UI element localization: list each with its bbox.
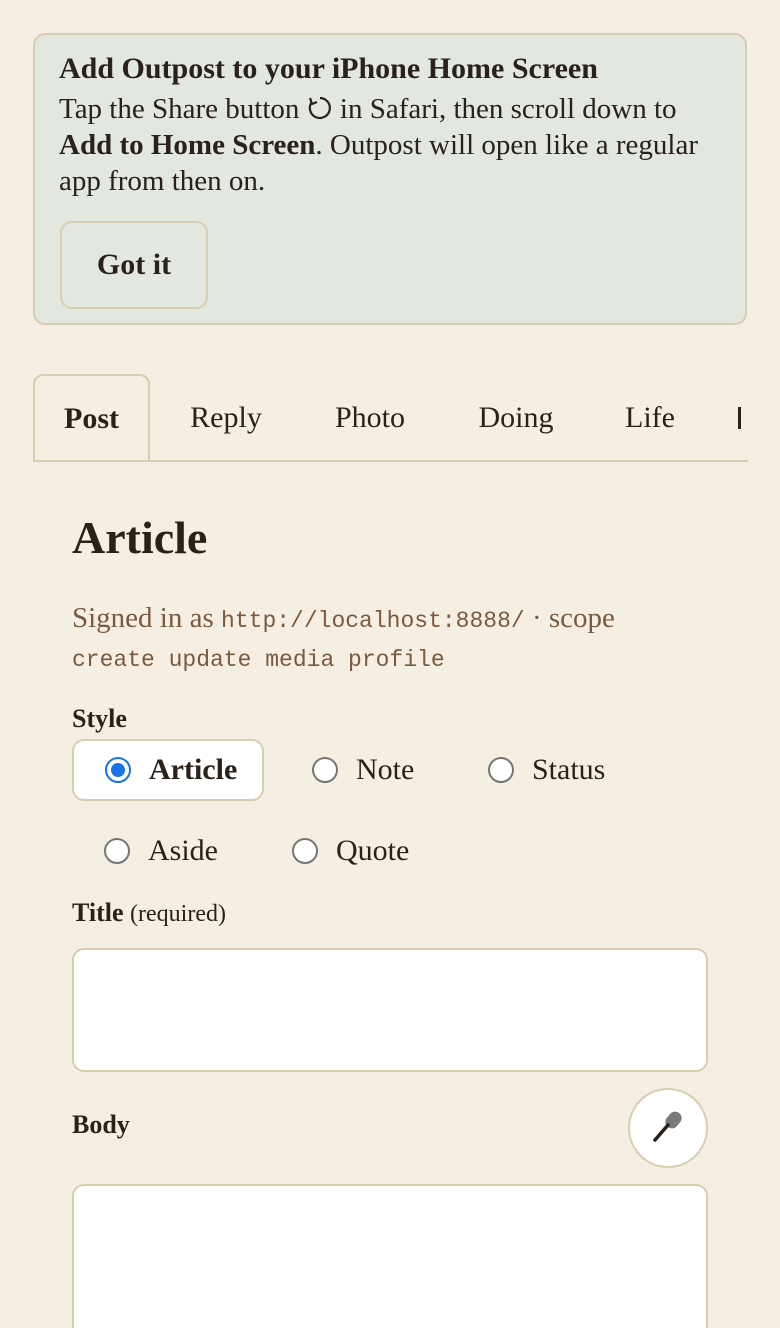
page: Add Outpost to your iPhone Home Screen T… <box>0 0 780 1328</box>
install-banner: Add Outpost to your iPhone Home Screen T… <box>33 33 747 325</box>
style-option-label: Article <box>149 753 238 786</box>
style-option-quote[interactable]: Quote <box>292 820 409 882</box>
share-icon <box>307 94 333 120</box>
style-option-label: Aside <box>148 834 218 867</box>
style-option-status[interactable]: Status <box>488 739 605 801</box>
title-required-note: (required) <box>130 901 226 927</box>
banner-text-middle: in Safari, then scroll down to <box>332 93 677 125</box>
signed-url: http://localhost:8888/ <box>221 608 525 634</box>
tab-life[interactable]: Life <box>609 374 691 460</box>
radio-unchecked-icon <box>292 838 318 864</box>
tab-reply[interactable]: Reply <box>173 374 279 460</box>
style-option-label: Note <box>356 753 415 786</box>
radio-unchecked-icon <box>488 757 514 783</box>
title-input[interactable] <box>72 948 708 1072</box>
banner-text: Tap the Share button in Safari, then scr… <box>59 91 721 199</box>
body-textarea[interactable] <box>72 1184 708 1328</box>
style-option-label: Status <box>532 753 606 786</box>
banner-text-bold: Add to Home Screen <box>59 129 316 161</box>
radio-unchecked-icon <box>312 757 338 783</box>
banner-text-before: Tap the Share button <box>59 93 307 125</box>
got-it-button[interactable]: Got it <box>60 221 208 309</box>
tab-photo[interactable]: Photo <box>315 374 425 460</box>
signed-scopes: create update media profile <box>72 647 445 673</box>
style-label: Style <box>72 704 127 733</box>
style-option-note[interactable]: Note <box>312 739 414 801</box>
style-option-label: Quote <box>336 834 410 867</box>
tab-overflow-edge <box>738 407 741 429</box>
signed-in-info: Signed in as http://localhost:8888/ · sc… <box>72 600 712 678</box>
radio-checked-icon <box>105 757 131 783</box>
tab-post[interactable]: Post <box>33 374 150 460</box>
page-title: Article <box>72 512 208 563</box>
title-label: Title (required) <box>72 898 226 928</box>
microphone-icon <box>650 1108 686 1148</box>
body-label: Body <box>72 1110 130 1139</box>
title-label-text: Title <box>72 898 124 927</box>
dictate-button[interactable] <box>628 1088 708 1168</box>
style-option-article[interactable]: Article <box>72 739 264 801</box>
signed-scope-label: · scope <box>524 602 615 634</box>
banner-title: Add Outpost to your iPhone Home Screen <box>59 52 598 85</box>
radio-unchecked-icon <box>104 838 130 864</box>
tab-doing[interactable]: Doing <box>461 374 571 460</box>
signed-prefix: Signed in as <box>72 602 222 634</box>
style-option-aside[interactable]: Aside <box>104 820 218 882</box>
tab-overflow[interactable] <box>738 374 748 460</box>
post-type-tabs: Post Reply Photo Doing Life <box>33 374 748 462</box>
